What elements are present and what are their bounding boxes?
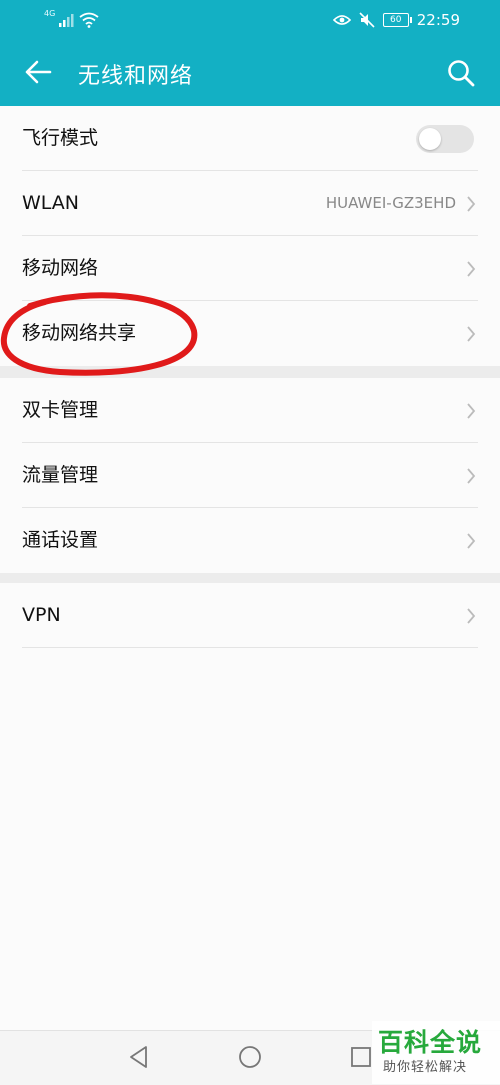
watermark-title: 百科全说 (378, 1028, 483, 1057)
eye-comfort-icon (332, 15, 351, 25)
wlan-row[interactable]: WLAN HUAWEI-GZ3EHD (0, 171, 500, 236)
toggle-knob (419, 128, 441, 150)
chevron-right-icon (467, 468, 476, 484)
chevron-right-icon (467, 403, 476, 419)
airplane-mode-row[interactable]: 飞行模式 (0, 106, 500, 171)
chevron-right-icon (467, 196, 476, 212)
divider (22, 647, 478, 648)
data-usage-label: 流量管理 (22, 464, 99, 486)
watermark-subtitle: 助你轻松解决 (383, 1060, 468, 1075)
dual-sim-label: 双卡管理 (22, 399, 99, 421)
wifi-icon (79, 12, 99, 28)
mobile-network-label: 移动网络 (22, 257, 99, 279)
wlan-label: WLAN (22, 192, 80, 214)
nav-home-icon[interactable] (237, 1044, 263, 1070)
status-bar-right: 60 22:59 (332, 10, 460, 30)
mute-icon (359, 12, 375, 28)
tethering-row[interactable]: 移动网络共享 (0, 301, 500, 366)
dual-sim-row[interactable]: 双卡管理 (0, 378, 500, 443)
vpn-label: VPN (22, 604, 61, 626)
nav-back-icon[interactable] (126, 1044, 152, 1070)
settings-group-network: 飞行模式 WLAN HUAWEI-GZ3EHD 移动网络 移动网络共享 (0, 106, 500, 366)
search-icon[interactable] (446, 58, 476, 88)
settings-group-vpn: VPN (0, 583, 500, 1030)
signal-icon (59, 14, 74, 27)
section-gap (0, 366, 500, 378)
call-settings-label: 通话设置 (22, 529, 99, 551)
battery-indicator: 60 (382, 13, 412, 27)
status-bar-left: 4G (44, 10, 99, 30)
vpn-row[interactable]: VPN (0, 583, 500, 648)
wlan-network-name: HUAWEI-GZ3EHD (325, 194, 456, 212)
call-settings-row[interactable]: 通话设置 (0, 508, 500, 573)
airplane-mode-toggle[interactable] (416, 125, 474, 153)
watermark: 百科全说 助你轻松解决 (372, 1021, 500, 1084)
chevron-right-icon (467, 261, 476, 277)
section-gap (0, 573, 500, 583)
data-usage-row[interactable]: 流量管理 (0, 443, 500, 508)
page-title: 无线和网络 (78, 64, 194, 89)
chevron-right-icon (467, 608, 476, 624)
settings-group-sim: 双卡管理 流量管理 通话设置 (0, 378, 500, 573)
app-bar: 4G 60 22:59 无线和网络 (0, 0, 500, 106)
airplane-mode-label: 飞行模式 (22, 127, 99, 149)
chevron-right-icon (467, 533, 476, 549)
mobile-network-row[interactable]: 移动网络 (0, 236, 500, 301)
status-time: 22:59 (416, 11, 460, 29)
chevron-right-icon (467, 326, 476, 342)
nav-recents-icon[interactable] (348, 1044, 374, 1070)
back-arrow-icon[interactable] (22, 56, 54, 88)
tethering-label: 移动网络共享 (22, 322, 137, 344)
network-type: 4G (44, 9, 56, 18)
